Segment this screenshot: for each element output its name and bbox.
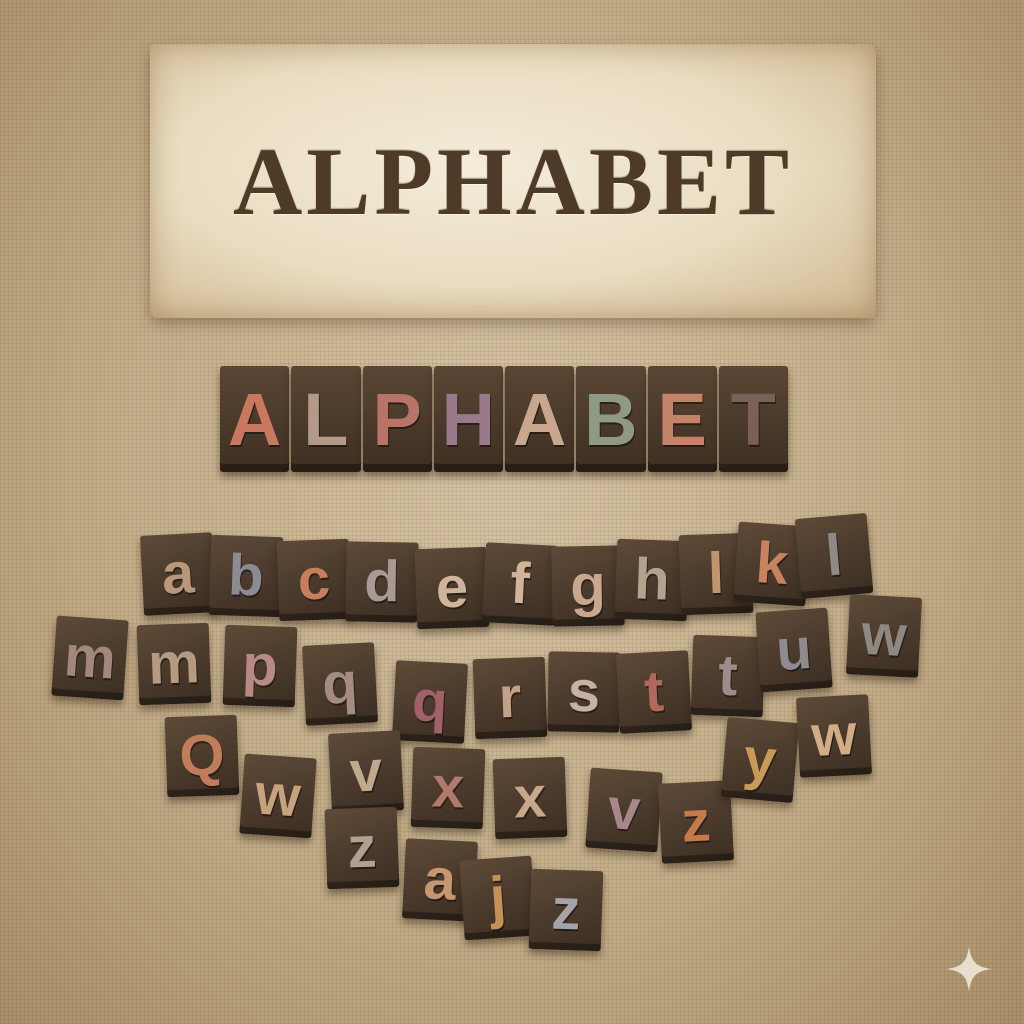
letter-tile: y	[720, 717, 800, 803]
letter-tile: z	[324, 806, 400, 890]
tile-letter: q	[320, 650, 360, 717]
tile-letter: h	[633, 546, 671, 613]
alphabet-paper-card: ALPHABET	[150, 44, 876, 318]
tile-letter: g	[569, 552, 607, 619]
tile-letter: p	[241, 632, 279, 699]
letter-block: E	[647, 366, 717, 472]
block-letter: A	[227, 377, 282, 461]
letter-tile: w	[795, 694, 873, 778]
card-title: ALPHABET	[232, 127, 794, 235]
letter-block: A	[220, 366, 290, 472]
letter-tile: s	[547, 651, 621, 733]
tile-letter: e	[434, 554, 470, 621]
letter-tile: m	[136, 622, 212, 706]
block-letter: T	[730, 377, 776, 461]
tile-letter: t	[717, 642, 739, 709]
tile-letter: a	[160, 540, 196, 607]
letter-tile: v	[327, 730, 405, 814]
letter-tile: e	[414, 546, 490, 630]
tile-letter: x	[430, 754, 466, 821]
tile-letter: b	[227, 542, 265, 609]
tile-letter: z	[346, 814, 378, 881]
block-letter: B	[584, 377, 638, 461]
uppercase-block-row: A L P H A B E T	[220, 366, 790, 472]
letter-tile: x	[410, 746, 486, 830]
tile-letter: l	[706, 540, 726, 607]
letter-block: A	[505, 366, 575, 472]
tile-letter: s	[567, 658, 601, 725]
letter-tile: g	[551, 545, 625, 627]
sparkle-icon	[946, 946, 992, 992]
tile-letter: f	[508, 550, 532, 617]
letter-tile: t	[690, 634, 766, 718]
block-letter: L	[303, 377, 349, 461]
block-letter: A	[512, 377, 567, 461]
letter-tile: m	[51, 615, 129, 701]
tile-letter: a	[422, 846, 458, 913]
letter-tile: b	[208, 534, 284, 618]
block-letter: P	[372, 377, 422, 461]
tile-letter: d	[363, 548, 401, 615]
tile-letter: t	[642, 658, 666, 725]
letter-tile: q	[301, 642, 379, 726]
tile-letter: k	[753, 529, 791, 598]
letter-block: L	[291, 366, 361, 472]
letter-tile: q	[391, 660, 469, 744]
letter-tile: d	[345, 541, 419, 623]
letter-tile: l	[794, 513, 874, 599]
tile-letter: m	[147, 630, 201, 697]
letter-block: T	[718, 366, 788, 472]
letter-tile: z	[528, 868, 604, 952]
tile-letter: y	[741, 725, 779, 794]
block-letter: H	[441, 377, 496, 461]
tile-letter: m	[62, 623, 119, 692]
letter-tile: Q	[164, 714, 240, 798]
letter-block: B	[576, 366, 646, 472]
tile-letter: w	[253, 761, 303, 830]
letter-tile: f	[481, 542, 559, 626]
letter-tile: a	[139, 532, 217, 616]
letter-tile: j	[459, 855, 537, 941]
letter-block: H	[433, 366, 503, 472]
tile-letter: v	[605, 775, 643, 844]
letter-tile: v	[585, 767, 663, 853]
letter-tile: u	[755, 607, 833, 693]
letter-tile: p	[222, 624, 298, 708]
letter-tile: r	[472, 656, 548, 740]
tile-letter: c	[296, 546, 332, 613]
tile-letter: Q	[178, 722, 226, 789]
tile-letter: r	[497, 664, 523, 731]
letter-tile: c	[276, 538, 352, 622]
tile-letter: v	[348, 738, 384, 805]
tile-letter: w	[809, 701, 859, 770]
letter-tile: t	[615, 650, 693, 734]
letter-tile: x	[492, 756, 568, 840]
tile-letter: j	[487, 864, 509, 931]
tile-letter: q	[410, 668, 450, 735]
letter-block: P	[362, 366, 432, 472]
letter-tile: w	[239, 753, 317, 839]
block-letter: E	[657, 377, 707, 461]
tile-letter: z	[679, 788, 713, 855]
tile-letter: u	[774, 615, 814, 684]
tile-letter: l	[823, 522, 845, 589]
tile-letter: w	[859, 601, 909, 670]
tile-letter: z	[550, 876, 582, 943]
letter-tile: h	[614, 538, 690, 622]
letter-tile: w	[845, 594, 923, 678]
tile-letter: x	[512, 764, 548, 831]
